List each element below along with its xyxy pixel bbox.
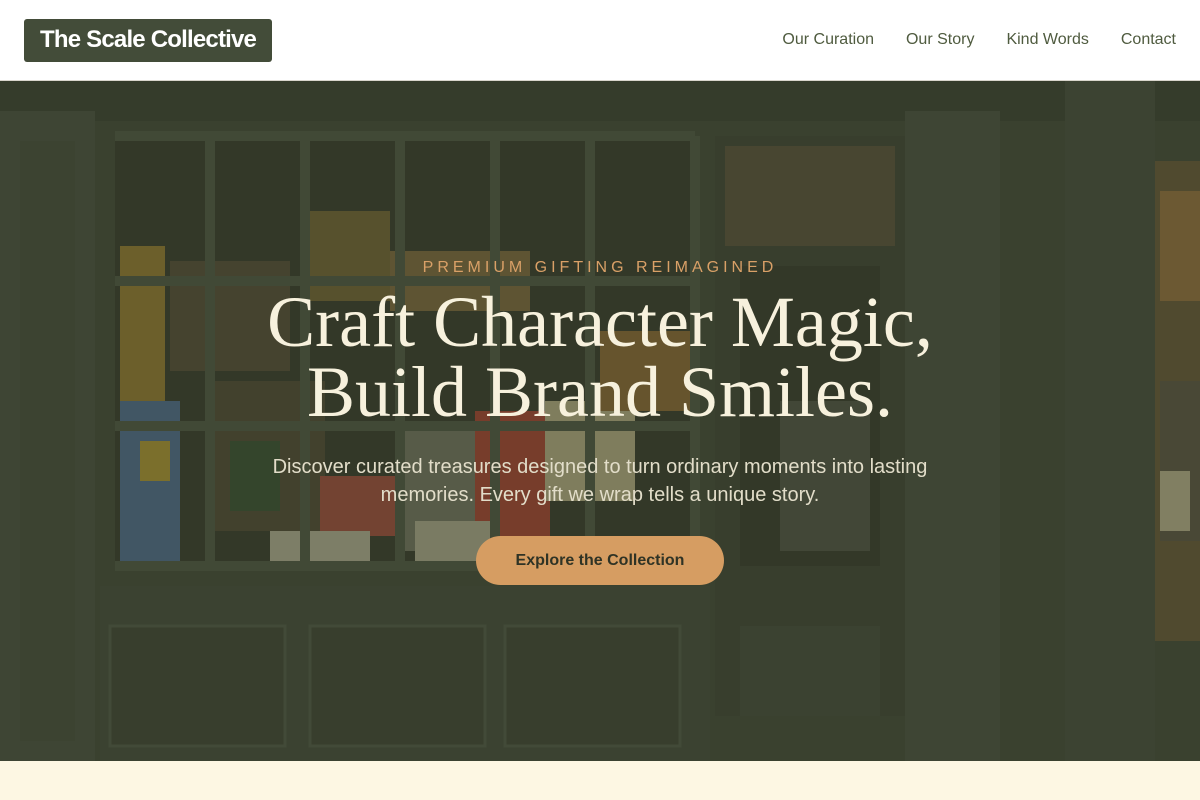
nav-link-kind-words[interactable]: Kind Words (1006, 31, 1088, 49)
hero-subtext: Discover curated treasures designed to t… (272, 456, 928, 506)
hero-headline-line-2: Build Brand Smiles. (306, 352, 894, 432)
next-section (0, 761, 1200, 800)
site-header: The Scale Collective Our Curation Our St… (0, 0, 1200, 81)
nav-link-our-story[interactable]: Our Story (906, 31, 974, 49)
hero-headline-line-1: Craft Character Magic, (267, 282, 933, 362)
nav-link-contact[interactable]: Contact (1121, 31, 1176, 49)
explore-collection-button[interactable]: Explore the Collection (475, 536, 725, 585)
hero-eyebrow: PREMIUM GIFTING REIMAGINED (422, 259, 778, 276)
logo[interactable]: The Scale Collective (24, 18, 273, 62)
hero-content: PREMIUM GIFTING REIMAGINED Craft Charact… (0, 81, 1200, 761)
hero-headline: Craft Character Magic, Build Brand Smile… (220, 286, 980, 428)
hero-section: PREMIUM GIFTING REIMAGINED Craft Charact… (0, 81, 1200, 761)
main-nav: Our Curation Our Story Kind Words Contac… (782, 31, 1176, 49)
nav-link-our-curation[interactable]: Our Curation (782, 31, 874, 49)
